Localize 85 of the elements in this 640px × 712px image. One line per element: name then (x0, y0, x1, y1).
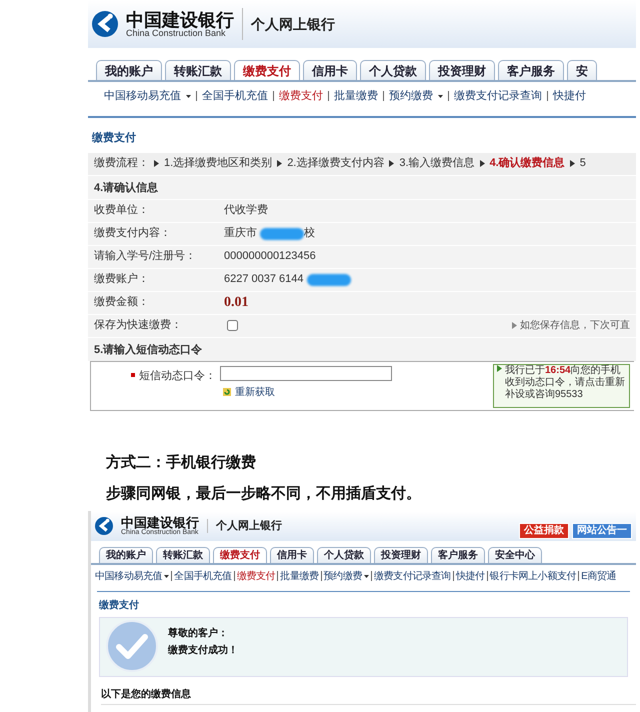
submenu-link[interactable]: 缴费支付 (279, 88, 323, 104)
section-heading: 5.请输入短信动态口令 (88, 336, 636, 360)
caption-heading: 方式二：手机银行缴费 (106, 453, 257, 473)
nav-tab[interactable]: 缴费支付 (213, 547, 267, 563)
field-value: 6227 0037 6144 (224, 272, 304, 288)
submenu-link[interactable]: E商贸通 (581, 568, 616, 584)
nav-tab[interactable]: 客户服务 (498, 60, 564, 80)
otp-input-field[interactable] (220, 366, 392, 380)
checkbox[interactable] (227, 320, 238, 331)
submenu-link[interactable]: 全国手机充值 (202, 88, 268, 104)
notice-text: 我行已于16:54向您的手机 收到动态口令，请点击重新 补设或咨询95533 (505, 364, 625, 402)
field-value: 000000000123456 (224, 249, 316, 264)
arrow-right-icon (480, 160, 485, 167)
nav-tab[interactable]: 个人贷款 (360, 60, 426, 80)
submenu-link[interactable]: 快捷付 (553, 88, 586, 104)
arrow-right-icon (277, 160, 282, 167)
section-heading: 4.请确认信息 (88, 174, 636, 198)
section-heading: 以下是您的缴费信息 (101, 687, 636, 705)
amount-value: 0.01 (224, 294, 248, 312)
submenu-link[interactable]: 缴费支付 (236, 568, 276, 584)
page-title: 缴费支付 (92, 130, 137, 146)
field-label: 缴费支付内容： (94, 226, 172, 242)
nav-tab[interactable]: 我的账户 (96, 60, 162, 80)
caption-text: 步骤同网银，最后一步略不同，不用插盾支付。 (106, 484, 422, 504)
nav-tab[interactable]: 我的账户 (99, 547, 153, 563)
nav-tab[interactable]: 转账汇款 (156, 547, 210, 563)
arrow-right-icon (154, 160, 159, 167)
field-value: 重庆市 (224, 226, 257, 242)
bank-logo-icon (95, 517, 113, 535)
submenu-link[interactable]: 银行卡网上小额支付 (490, 568, 576, 584)
nav-tab[interactable]: 投资理财 (374, 547, 428, 563)
field-label: 收费单位： (94, 203, 150, 218)
greeting-text: 尊敬的客户： (168, 626, 229, 641)
checkmark-circle-icon (106, 620, 158, 672)
submenu-link[interactable]: 缴费支付记录查询 (374, 568, 451, 584)
submenu-link[interactable]: 中国移动易充值 (104, 88, 181, 104)
flow-step: 1.选择缴费地区和类别 (164, 155, 272, 172)
nav-tab[interactable]: 安 (567, 60, 597, 80)
bank-name-english: China Construction Bank (126, 28, 226, 38)
field-value: 校 (304, 226, 315, 242)
nav-tab[interactable]: 信用卡 (303, 60, 357, 80)
nav-tab[interactable]: 缴费支付 (234, 60, 300, 80)
header-button[interactable]: 网站公告一 (572, 523, 632, 539)
field-label: 缴费账户： (94, 272, 150, 288)
flow-step: 2.选择缴费支付内容 (287, 155, 384, 172)
header-button[interactable]: 公益捐款 (519, 523, 569, 539)
field-label: 短信动态口令： (139, 368, 216, 384)
product-name: 个人网上银行 (216, 518, 282, 534)
flow-label: 缴费流程： (94, 156, 149, 172)
bank-logo-icon (92, 11, 118, 37)
success-message: 缴费支付成功！ (168, 644, 238, 658)
nav-tab[interactable]: 客户服务 (431, 547, 485, 563)
submenu-link[interactable]: 批量缴费 (280, 568, 319, 584)
refresh-link[interactable]: 重新获取 (222, 384, 392, 400)
field-label: 保存为快速缴费： (94, 318, 183, 334)
flow-step: 3.输入缴费信息 (399, 155, 475, 172)
arrow-right-icon (512, 322, 517, 329)
submenu-link[interactable]: 预约缴费 (324, 568, 362, 584)
page-title: 缴费支付 (99, 598, 140, 613)
nav-tab[interactable]: 安全中心 (488, 547, 542, 563)
submenu-link[interactable]: 缴费支付记录查询 (454, 88, 542, 104)
nav-tab[interactable]: 投资理财 (429, 60, 495, 80)
field-label: 缴费金额： (94, 294, 150, 310)
submenu-link[interactable]: 快捷付 (456, 568, 485, 584)
nav-tab[interactable]: 信用卡 (270, 547, 314, 563)
redaction-mark (306, 274, 351, 286)
arrow-right-icon (570, 160, 575, 167)
submenu-link[interactable]: 预约缴费 (389, 88, 433, 104)
submenu-link[interactable]: 批量缴费 (334, 88, 378, 104)
flow-step: 4.确认缴费信息 (490, 155, 565, 172)
field-label: 请输入学号/注册号： (94, 248, 198, 264)
arrow-right-icon (497, 364, 502, 372)
submenu-link[interactable]: 全国手机充值 (174, 568, 232, 584)
arrow-right-icon (389, 160, 394, 167)
submenu-link[interactable]: 中国移动易充值 (95, 568, 162, 584)
bank-name: 中国建设银行 (126, 10, 234, 28)
redaction-mark (260, 228, 304, 240)
field-value: 代收学费 (224, 203, 268, 218)
nav-tab[interactable]: 转账汇款 (165, 60, 231, 80)
nav-tab[interactable]: 个人贷款 (317, 547, 371, 563)
flow-step: 5 (580, 155, 586, 172)
refresh-icon (222, 387, 232, 397)
hint-text: 如您保存信息，下次可直 (520, 318, 630, 333)
bank-name: 中国建设银行 (121, 516, 199, 529)
product-name: 个人网上银行 (251, 14, 335, 34)
